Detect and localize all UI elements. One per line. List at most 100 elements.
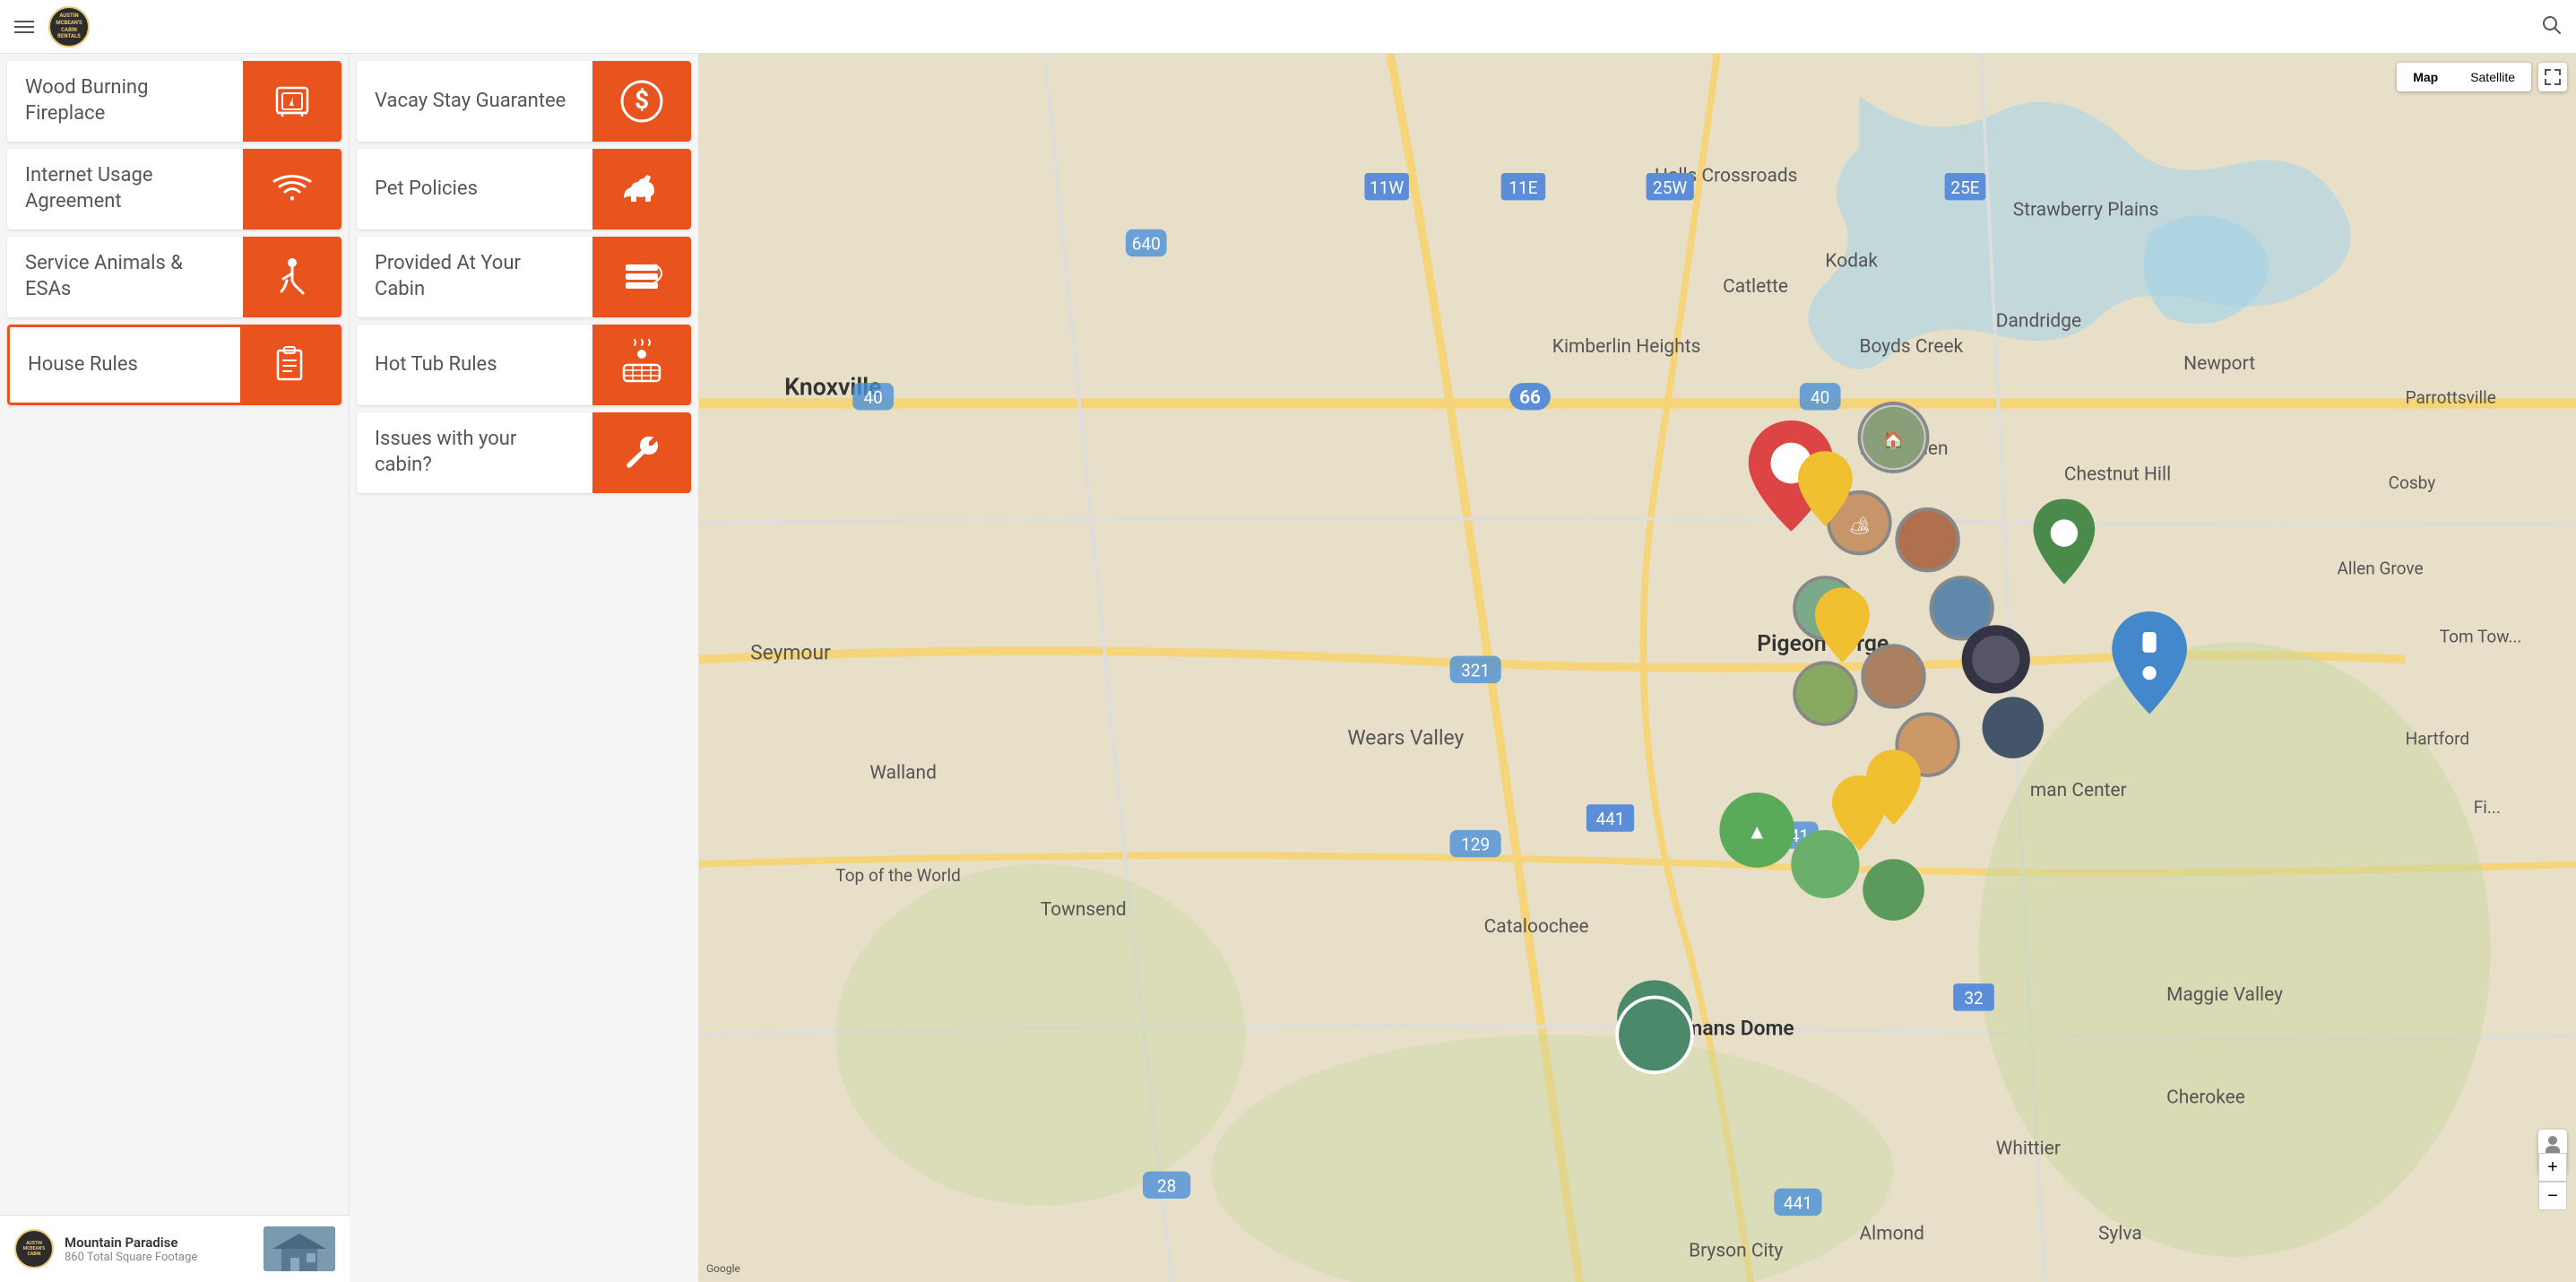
menu-item-issues-with-cabin[interactable]: Issues with your cabin? <box>357 412 691 493</box>
dog-icon <box>592 149 691 230</box>
svg-text:441: 441 <box>1596 809 1625 829</box>
map-pin-green-4[interactable] <box>1863 859 1924 921</box>
svg-text:Sylva: Sylva <box>2098 1224 2142 1245</box>
map-panel: Knoxville Pigeon Forge Seymour Walland W… <box>699 54 2576 1282</box>
menu-item-vacay-stay-guarantee[interactable]: Vacay Stay Guarantee $ <box>357 61 691 142</box>
svg-text:32: 32 <box>1964 988 1983 1009</box>
menu-item-label: Hot Tub Rules <box>357 325 592 405</box>
svg-text:Kodak: Kodak <box>1825 251 1878 273</box>
wrench-icon <box>592 412 691 493</box>
menu-item-label: Wood Burning Fireplace <box>7 61 243 142</box>
svg-text:25W: 25W <box>1653 178 1687 198</box>
map-fullscreen-button[interactable] <box>2538 63 2567 91</box>
svg-text:Allen Grove: Allen Grove <box>2337 558 2423 578</box>
menu-item-label: Provided At Your Cabin <box>357 237 592 317</box>
cabin-card-title: Mountain Paradise <box>65 1234 253 1251</box>
header-left: AUSTIN MCBEAN'S CABIN RENTALS <box>14 6 90 48</box>
map-toggle-container: Map Satellite <box>2397 63 2531 91</box>
svg-text:Top of the World: Top of the World <box>835 865 961 886</box>
menu-item-hot-tub-rules[interactable]: Hot Tub Rules <box>357 325 691 405</box>
map-pin-photo-6[interactable] <box>1863 645 1924 707</box>
menu-item-label: Internet Usage Agreement <box>7 149 243 230</box>
svg-text:Fi...: Fi... <box>2474 797 2501 818</box>
middle-panel: Vacay Stay Guarantee $ Pet Policies <box>350 54 699 1282</box>
map-pin-photo-7[interactable] <box>1794 663 1856 724</box>
map-pin-green-3[interactable] <box>1791 830 1859 898</box>
map-pin-photo-4[interactable] <box>1897 509 1958 571</box>
stack-icon <box>592 237 691 317</box>
cabin-card-logo: AUSTINMCBEAN'SCABIN <box>14 1229 54 1269</box>
main-container: Wood Burning Fireplace Internet Usage Ag… <box>0 54 2576 1282</box>
map-pin-green-2[interactable]: ▲ <box>1719 793 1794 868</box>
right-area: Vacay Stay Guarantee $ Pet Policies <box>350 54 2576 1282</box>
svg-text:11E: 11E <box>1508 178 1537 198</box>
svg-text:Cherokee: Cherokee <box>2166 1087 2245 1108</box>
map-pin-green-6[interactable] <box>1617 997 1692 1072</box>
logo-container[interactable]: AUSTIN MCBEAN'S CABIN RENTALS <box>48 6 90 48</box>
svg-text:Walland: Walland <box>869 763 937 784</box>
svg-text:Cosby: Cosby <box>2389 472 2436 493</box>
svg-text:Cataloochee: Cataloochee <box>1484 916 1589 938</box>
svg-text:Dandridge: Dandridge <box>1996 310 2081 332</box>
google-logo: Google <box>706 1262 740 1275</box>
svg-text:$: $ <box>635 85 649 115</box>
search-icon[interactable] <box>2540 13 2562 40</box>
svg-text:Seymour: Seymour <box>750 640 831 664</box>
svg-text:Tom Tow...: Tom Tow... <box>2440 626 2522 646</box>
map-toggle-map[interactable]: Map <box>2397 63 2454 91</box>
app-header: AUSTIN MCBEAN'S CABIN RENTALS <box>0 0 2576 54</box>
menu-item-service-animals-esas[interactable]: Service Animals & ESAs <box>7 237 341 317</box>
svg-text:🏕: 🏕 <box>1848 515 1870 536</box>
wifi-icon <box>243 149 341 230</box>
svg-text:Parrottsville: Parrottsville <box>2406 387 2496 408</box>
menu-item-label: House Rules <box>10 327 240 403</box>
svg-text:40: 40 <box>863 387 882 408</box>
dollar-icon: $ <box>592 61 691 142</box>
accessibility-icon <box>243 237 341 317</box>
cabin-card-subtitle: 860 Total Square Footage <box>65 1251 253 1264</box>
map-pin-dark-1[interactable] <box>1962 625 2030 693</box>
map-zoom-controls: + − <box>2538 1153 2567 1210</box>
map-pin-dark-2[interactable] <box>1983 697 2044 758</box>
menu-item-label: Vacay Stay Guarantee <box>357 61 592 142</box>
svg-text:Almond: Almond <box>1859 1224 1923 1245</box>
svg-text:Newport: Newport <box>2183 353 2255 375</box>
svg-text:Kimberlin Heights: Kimberlin Heights <box>1552 336 1701 358</box>
clipboard-icon <box>240 327 339 403</box>
svg-text:25E: 25E <box>1950 178 1979 198</box>
svg-text:Boyds Creek: Boyds Creek <box>1859 336 1963 358</box>
svg-text:11W: 11W <box>1370 178 1404 198</box>
brand-logo: AUSTIN MCBEAN'S CABIN RENTALS <box>48 6 90 48</box>
menu-item-pet-policies[interactable]: Pet Policies <box>357 149 691 230</box>
svg-text:Wears Valley: Wears Valley <box>1347 726 1464 750</box>
svg-text:🏠: 🏠 <box>1883 430 1905 451</box>
cabin-card[interactable]: AUSTINMCBEAN'SCABIN Mountain Paradise 86… <box>0 1215 350 1282</box>
svg-text:Hartford: Hartford <box>2406 729 2470 749</box>
svg-text:640: 640 <box>1132 234 1161 255</box>
svg-text:129: 129 <box>1461 835 1490 855</box>
hot-tub-icon <box>592 325 691 405</box>
menu-item-house-rules[interactable]: House Rules <box>7 325 341 405</box>
svg-text:Strawberry Plains: Strawberry Plains <box>2013 200 2159 221</box>
zoom-in-button[interactable]: + <box>2538 1153 2567 1182</box>
cabin-card-image <box>264 1226 335 1271</box>
svg-text:Chestnut Hill: Chestnut Hill <box>2064 464 2171 486</box>
svg-text:28: 28 <box>1157 1175 1176 1196</box>
menu-item-provided-at-your-cabin[interactable]: Provided At Your Cabin <box>357 237 691 317</box>
menu-item-wood-burning-fireplace[interactable]: Wood Burning Fireplace <box>7 61 341 142</box>
svg-text:Catlette: Catlette <box>1723 276 1788 298</box>
map-background: Knoxville Pigeon Forge Seymour Walland W… <box>699 54 2576 1282</box>
svg-text:Maggie Valley: Maggie Valley <box>2166 984 2283 1006</box>
svg-text:66: 66 <box>1519 387 1541 409</box>
map-toggle-satellite[interactable]: Satellite <box>2454 63 2531 91</box>
cabin-card-info: Mountain Paradise 860 Total Square Foota… <box>65 1234 253 1264</box>
svg-text:▲: ▲ <box>1747 819 1768 844</box>
svg-text:Bryson City: Bryson City <box>1689 1241 1783 1262</box>
map-pin-photo-1[interactable]: 🏠 <box>1859 403 1927 472</box>
left-panel: Wood Burning Fireplace Internet Usage Ag… <box>0 54 350 1282</box>
svg-text:441: 441 <box>1784 1192 1812 1213</box>
hamburger-menu-icon[interactable] <box>14 21 34 33</box>
menu-item-internet-usage-agreement[interactable]: Internet Usage Agreement <box>7 149 341 230</box>
menu-item-label: Issues with your cabin? <box>357 412 592 493</box>
zoom-out-button[interactable]: − <box>2538 1182 2567 1210</box>
